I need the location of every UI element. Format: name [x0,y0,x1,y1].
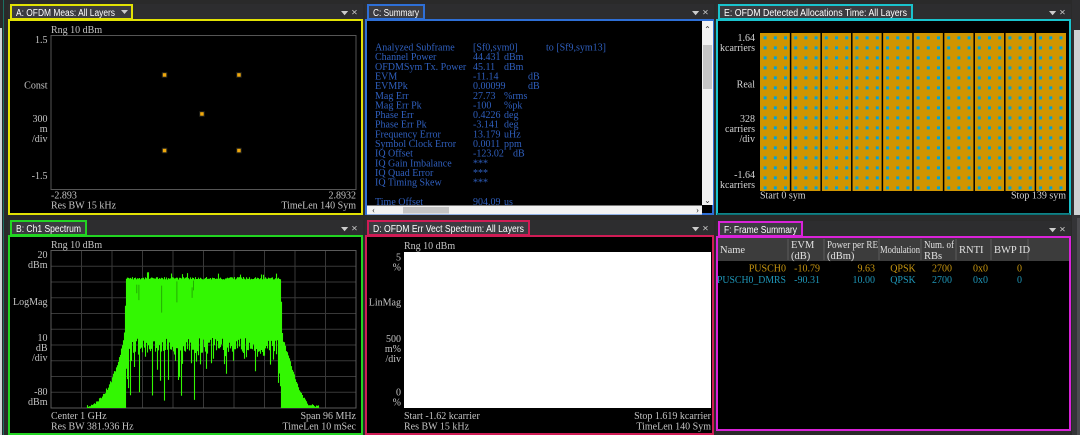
svg-text:D: OFDM Err Vect Spectrum: All: D: OFDM Err Vect Spectrum: All Layers [373,224,524,235]
svg-text:×: × [702,7,708,19]
svg-text:F: Frame Summary: F: Frame Summary [724,225,797,236]
svg-text:×: × [351,223,357,235]
svg-text:B: Ch1 Spectrum: B: Ch1 Spectrum [16,224,81,235]
svg-text:C: Summary: C: Summary [373,8,419,19]
svg-text:E: OFDM Detected Allocations T: E: OFDM Detected Allocations Time: All L… [724,8,907,19]
svg-text:×: × [1059,224,1065,236]
svg-text:×: × [1059,7,1065,19]
svg-text:×: × [702,223,708,235]
svg-text:A: OFDM Meas: All Layers: A: OFDM Meas: All Layers [16,8,115,19]
svg-text:×: × [351,7,357,19]
